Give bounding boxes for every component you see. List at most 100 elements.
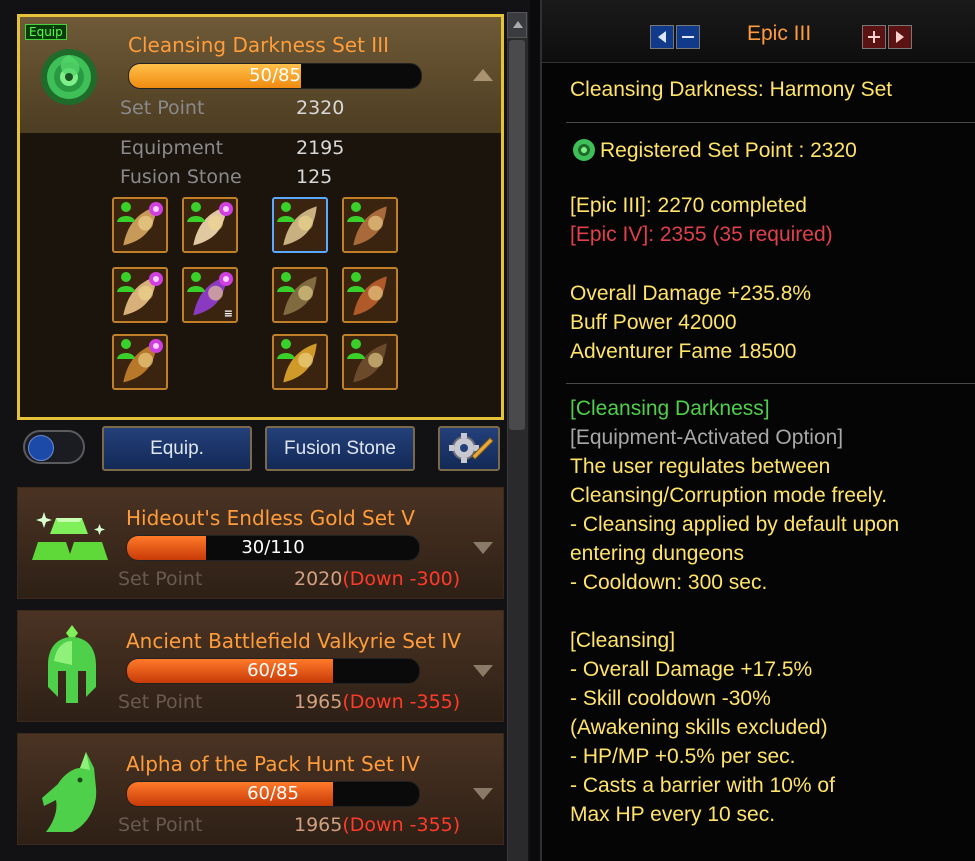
plus-grade-button[interactable] bbox=[862, 25, 886, 49]
set-detail-panel: Epic III Cleansing Darkness: Harmony Set… bbox=[540, 0, 975, 861]
fusion-gem-icon bbox=[149, 339, 163, 353]
fusion-gem-icon bbox=[149, 272, 163, 286]
expand-arrow-icon[interactable] bbox=[473, 542, 493, 554]
set-title: Ancient Battlefield Valkyrie Set IV bbox=[126, 629, 461, 653]
arrow-left-icon bbox=[658, 31, 666, 43]
active-set-title: Cleansing Darkness Set III bbox=[128, 33, 389, 57]
person-icon bbox=[277, 202, 295, 222]
equip-button[interactable]: Equip. bbox=[102, 426, 252, 471]
set-title: Hideout's Endless Gold Set V bbox=[126, 506, 415, 530]
set-progress-bar: 30/110 bbox=[126, 535, 420, 561]
equipment-slot[interactable] bbox=[112, 267, 168, 323]
divider bbox=[566, 122, 975, 123]
next-grade-button[interactable] bbox=[888, 25, 912, 49]
option-line: - Cooldown: 300 sec. bbox=[570, 571, 768, 594]
arrow-right-icon bbox=[896, 31, 904, 43]
cleansing-line: - Overall Damage +17.5% bbox=[570, 658, 813, 681]
scroll-up-button[interactable] bbox=[507, 12, 527, 38]
expand-arrow-icon[interactable] bbox=[473, 665, 493, 677]
down-text: (Down -355) bbox=[342, 691, 461, 713]
cleansing-line: Max HP every 10 sec. bbox=[570, 803, 776, 826]
person-icon bbox=[347, 202, 365, 222]
option-title: [Cleansing Darkness] bbox=[570, 397, 770, 420]
cleansing-title: [Cleansing] bbox=[570, 629, 676, 652]
set-point-label: Set Point bbox=[120, 97, 205, 119]
set-point-value: 1965(Down -355) bbox=[294, 814, 461, 836]
equipment-slot[interactable] bbox=[342, 197, 398, 253]
option-line: Cleansing/Corruption mode freely. bbox=[570, 484, 888, 507]
collapse-arrow-icon[interactable] bbox=[473, 69, 493, 81]
progress-text: 50/85 bbox=[249, 65, 301, 86]
epic-3-line: [Epic III]: 2270 completed bbox=[570, 194, 807, 217]
person-icon bbox=[347, 339, 365, 359]
active-set-progress-bar: 50/85 bbox=[128, 63, 422, 89]
down-text: (Down -355) bbox=[342, 814, 461, 836]
cleansing-line: - Casts a barrier with 10% of bbox=[570, 774, 835, 797]
set-name: Cleansing Darkness: Harmony Set bbox=[570, 78, 893, 101]
rose-set-icon bbox=[41, 49, 97, 105]
set-point-value: 2020(Down -300) bbox=[294, 568, 461, 590]
equipment-slot[interactable] bbox=[342, 334, 398, 390]
set-point-label: Set Point bbox=[118, 568, 203, 590]
grade-label: Epic III bbox=[747, 22, 812, 45]
set-list-panel: Equip Cleansing Darkness Set III 50/85 S… bbox=[0, 0, 530, 861]
equipment-slot[interactable] bbox=[342, 267, 398, 323]
progress-text: 60/85 bbox=[247, 660, 299, 681]
person-icon bbox=[117, 202, 135, 222]
progress-text: 30/110 bbox=[241, 537, 305, 558]
registered-set-point: Registered Set Point : 2320 bbox=[570, 136, 857, 163]
gear-wrench-icon bbox=[449, 433, 494, 463]
equipment-slot[interactable] bbox=[272, 197, 328, 253]
option-line: The user regulates between bbox=[570, 455, 831, 478]
fusion-gem-icon bbox=[149, 202, 163, 216]
fusion-gem-icon bbox=[219, 202, 233, 216]
set-toggle-switch[interactable] bbox=[23, 430, 85, 464]
set-point-value: 1965(Down -355) bbox=[294, 691, 461, 713]
set-card-alpha-pack[interactable]: Alpha of the Pack Hunt Set IV 60/85 Set … bbox=[17, 733, 504, 845]
set-point-value: 2320 bbox=[296, 97, 345, 119]
minus-icon bbox=[682, 36, 694, 38]
stat-line: Buff Power 42000 bbox=[570, 311, 737, 334]
equipment-slot[interactable] bbox=[112, 334, 168, 390]
person-icon bbox=[277, 272, 295, 292]
equipment-slot[interactable] bbox=[272, 334, 328, 390]
expand-arrow-icon[interactable] bbox=[473, 788, 493, 800]
equipment-slot[interactable]: ≡ bbox=[182, 267, 238, 323]
set-title: Alpha of the Pack Hunt Set IV bbox=[126, 752, 420, 776]
stat-line: Overall Damage +235.8% bbox=[570, 282, 812, 305]
option-line: - Cleansing applied by default upon bbox=[570, 513, 900, 536]
fusion-gem-icon bbox=[219, 272, 233, 286]
minus-grade-button[interactable] bbox=[676, 25, 700, 49]
prev-grade-button[interactable] bbox=[650, 25, 674, 49]
person-icon bbox=[187, 202, 205, 222]
person-icon bbox=[117, 339, 135, 359]
set-progress-bar: 60/85 bbox=[126, 658, 420, 684]
equip-badge: Equip bbox=[25, 24, 67, 40]
progress-text: 60/85 bbox=[247, 783, 299, 804]
scrollbar-thumb[interactable] bbox=[509, 40, 525, 430]
down-text: (Down -300) bbox=[342, 568, 461, 590]
set-controls: Equip. Fusion Stone bbox=[17, 424, 504, 474]
grade-navigation: Epic III bbox=[542, 0, 975, 63]
wolf-icon bbox=[42, 752, 97, 832]
equipment-slot[interactable] bbox=[112, 197, 168, 253]
set-card-hideout[interactable]: Hideout's Endless Gold Set V 30/110 Set … bbox=[17, 487, 504, 599]
set-point-label: Set Point bbox=[118, 691, 203, 713]
active-set-card[interactable]: Equip Cleansing Darkness Set III 50/85 S… bbox=[17, 14, 504, 420]
cleansing-line: - HP/MP +0.5% per sec. bbox=[570, 745, 796, 768]
set-card-valkyrie[interactable]: Ancient Battlefield Valkyrie Set IV 60/8… bbox=[17, 610, 504, 722]
equipment-slot[interactable] bbox=[272, 267, 328, 323]
person-icon bbox=[277, 339, 295, 359]
set-progress-bar: 60/85 bbox=[126, 781, 420, 807]
plus-icon bbox=[868, 31, 880, 43]
cleansing-line: - Skill cooldown -30% bbox=[570, 687, 771, 710]
gold-bars-icon bbox=[32, 512, 108, 560]
stat-line: Adventurer Fame 18500 bbox=[570, 340, 797, 363]
settings-button[interactable] bbox=[438, 426, 500, 471]
fusion-stone-value: 125 bbox=[296, 166, 333, 188]
equipment-value: 2195 bbox=[296, 137, 345, 159]
fusion-stone-button[interactable]: Fusion Stone bbox=[265, 426, 415, 471]
upgrade-bars-icon: ≡ bbox=[223, 307, 233, 320]
equipment-slot[interactable] bbox=[182, 197, 238, 253]
person-icon bbox=[117, 272, 135, 292]
